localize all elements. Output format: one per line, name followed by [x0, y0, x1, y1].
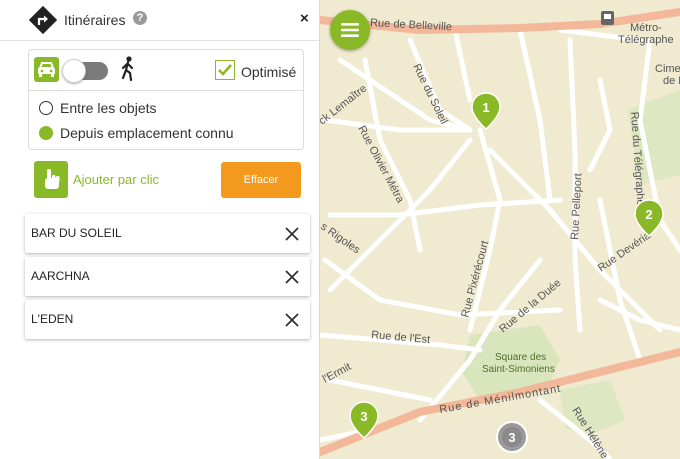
metro-icon — [601, 11, 614, 25]
list-item: BAR DU SOLEIL — [25, 214, 310, 253]
item-label: BAR DU SOLEIL — [31, 226, 122, 240]
street-label: Square des — [495, 352, 546, 363]
close-icon[interactable] — [284, 226, 300, 242]
help-icon[interactable]: ? — [133, 11, 147, 25]
item-label: L'EDEN — [31, 312, 74, 326]
item-label: AARCHNA — [31, 269, 90, 283]
walk-icon[interactable] — [119, 56, 137, 82]
cluster-label: 3 — [508, 430, 515, 445]
cluster-marker[interactable]: 3 — [496, 421, 528, 453]
street-label: de Bel — [663, 75, 680, 87]
add-by-click-label[interactable]: Ajouter par clic — [73, 172, 159, 187]
marker-label: 2 — [645, 207, 652, 222]
list-item: L'EDEN — [25, 300, 310, 339]
divider — [29, 90, 303, 91]
radio-between-objects[interactable] — [39, 101, 53, 115]
clear-button[interactable]: Effacer — [221, 162, 301, 198]
radio-known-location-label: Depuis emplacement connu — [60, 125, 234, 141]
hand-pointer-icon — [45, 169, 60, 189]
street-label: Métro- — [630, 22, 662, 34]
toggle-knob[interactable] — [62, 59, 86, 83]
directions-icon — [28, 5, 58, 35]
transport-mode-toggle[interactable] — [62, 59, 108, 83]
list-item: AARCHNA — [25, 257, 310, 296]
route-options: Optimisé Entre les objets Depuis emplace… — [28, 49, 304, 150]
car-icon — [38, 62, 55, 77]
street-label: Télégraphe — [618, 34, 674, 46]
close-button[interactable]: × — [300, 10, 309, 27]
radio-known-location[interactable] — [39, 126, 53, 140]
map-menu-button[interactable] — [330, 10, 370, 50]
close-icon[interactable] — [284, 312, 300, 328]
radio-between-objects-label: Entre les objets — [60, 100, 157, 116]
street-label: Cime — [655, 63, 680, 75]
optimise-checkbox[interactable] — [215, 60, 235, 80]
car-mode-button[interactable] — [34, 57, 59, 82]
add-by-click-button[interactable] — [34, 161, 68, 198]
checkmark-icon — [218, 64, 232, 76]
panel-header: Itinéraires ? × — [0, 0, 319, 41]
panel-title: Itinéraires — [64, 12, 126, 28]
marker-label: 3 — [360, 409, 367, 424]
hamburger-icon — [341, 23, 359, 37]
marker-label: 1 — [482, 100, 489, 115]
close-icon[interactable] — [284, 269, 300, 285]
itinerary-panel: Itinéraires ? × Optimisé Entre les objet… — [0, 0, 320, 459]
optimise-label: Optimisé — [241, 64, 297, 80]
street-label: Saint-Simoniens — [482, 364, 555, 375]
